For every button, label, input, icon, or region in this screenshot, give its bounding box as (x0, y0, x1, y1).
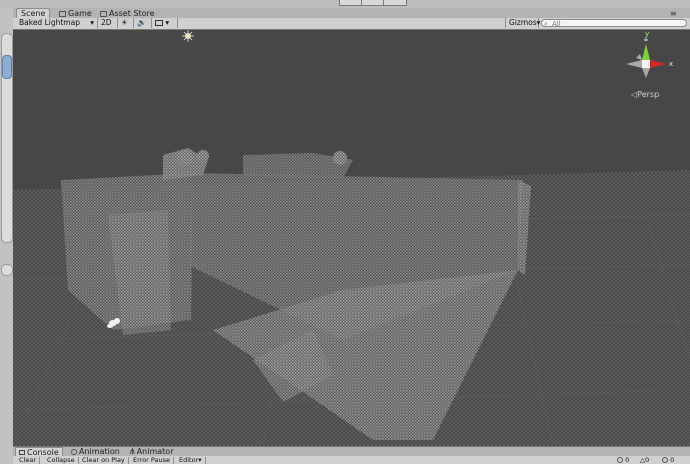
image-icon (155, 20, 163, 26)
gizmos-label: Gizmos (509, 18, 537, 27)
clear-on-play-toggle[interactable]: Clear on Play (79, 457, 129, 464)
gizmo-y-cone (642, 44, 650, 60)
error-pause-label: Error Pause (133, 456, 171, 464)
gizmo-neg-y-cone (642, 68, 650, 78)
console-icon (19, 450, 25, 455)
warning-count[interactable]: △0 (640, 457, 649, 464)
editor-dropdown[interactable]: Editor▾ (176, 457, 206, 464)
gizmo-center-cube (642, 60, 650, 68)
play-button[interactable] (339, 0, 363, 6)
search-placeholder: All (552, 20, 561, 28)
search-icon: ⌕ (544, 20, 548, 28)
animation-icon (71, 448, 77, 455)
gizmos-dropdown[interactable]: Gizmos▾ (505, 18, 541, 28)
tab-animator[interactable]: ⋔Animator (126, 447, 176, 456)
collapse-toggle[interactable]: Collapse (44, 457, 79, 464)
effects-dropdown[interactable]: ▾ (152, 18, 178, 28)
chevron-down-icon: ▾ (165, 18, 170, 27)
projection-label: Persp (637, 90, 660, 99)
tab-menu-icon[interactable]: ≡ (670, 9, 677, 18)
chevron-down-icon: ▾ (198, 456, 202, 464)
tab-game[interactable]: Game (55, 9, 96, 18)
error-count-label: 0 (670, 456, 675, 464)
2d-toggle-label: 2D (101, 18, 112, 27)
collapse-label: Collapse (47, 456, 75, 464)
animator-icon: ⋔ (129, 447, 136, 456)
sun-icon: ☀ (121, 18, 128, 27)
clear-on-play-label: Clear on Play (82, 456, 125, 464)
left-scrollbar-lower[interactable] (1, 264, 13, 276)
clear-button-label: Clear (19, 456, 36, 464)
gizmo-z-cone (636, 54, 642, 60)
tab-game-label: Game (68, 9, 92, 18)
scene-viewport[interactable]: 🔒︎ y x ◁Persp (13, 30, 690, 446)
tab-asset-store[interactable]: Asset Store (96, 9, 159, 18)
gizmo-x-cone (650, 60, 666, 68)
info-icon (617, 457, 623, 463)
render-mode-label: Baked Lightmap (19, 18, 80, 27)
step-button[interactable] (383, 0, 407, 6)
tab-animation-label: Animation (79, 447, 120, 456)
tab-asset-store-label: Asset Store (109, 9, 155, 18)
pause-button[interactable] (361, 0, 385, 6)
gizmo-x-label: x (669, 60, 674, 68)
tab-animator-label: Animator (136, 447, 174, 456)
light-gizmo-icon (182, 30, 194, 42)
orientation-gizmo (626, 44, 666, 78)
game-icon (59, 10, 66, 17)
render-mode-dropdown[interactable]: Baked Lightmap ▾ (16, 18, 98, 28)
chevron-down-icon: ▾ (90, 18, 94, 27)
audio-toggle[interactable]: 🔊 (134, 18, 152, 28)
error-icon (662, 457, 668, 463)
info-count-label: 0 (625, 456, 630, 464)
left-scrollbar-thumb[interactable] (2, 55, 12, 79)
error-pause-toggle[interactable]: Error Pause (130, 456, 175, 464)
scene-search-input[interactable]: ⌕ All (541, 19, 687, 28)
store-icon (100, 10, 107, 17)
tab-scene-label: Scene (21, 9, 46, 18)
clear-button[interactable]: Clear (16, 457, 40, 464)
tab-animation[interactable]: Animation (68, 447, 123, 456)
gizmo-neg-x-cone (626, 60, 642, 68)
scene-render (13, 30, 690, 446)
projection-toggle[interactable]: ◁Persp (631, 90, 659, 99)
error-count[interactable]: 0 (662, 457, 674, 464)
lighting-toggle[interactable]: ☀ (118, 18, 134, 28)
info-count[interactable]: 0 (617, 457, 629, 464)
2d-toggle[interactable]: 2D (98, 18, 118, 28)
warning-count-label: 0 (645, 456, 650, 464)
speaker-icon: 🔊 (137, 18, 147, 27)
editor-label: Editor (179, 456, 199, 464)
chevron-down-icon: ▾ (536, 18, 541, 27)
gizmo-y-label: y (645, 30, 650, 38)
